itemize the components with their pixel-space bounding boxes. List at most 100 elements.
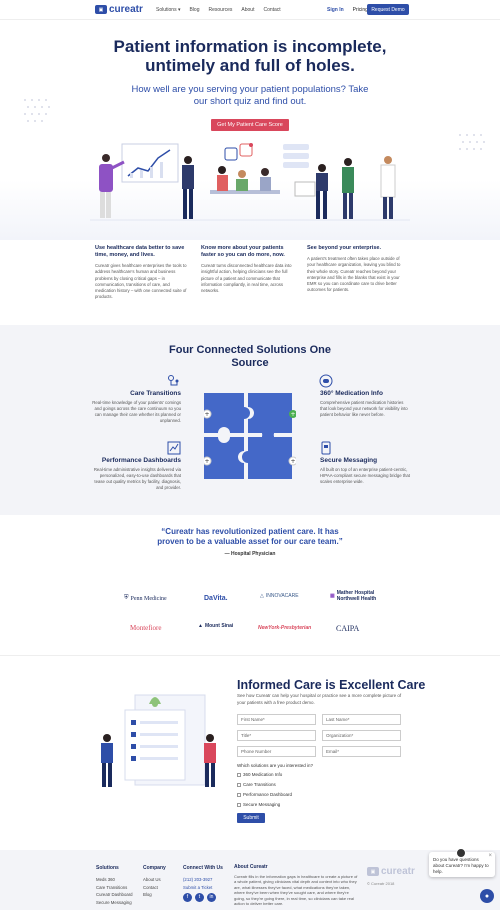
nav-about[interactable]: About xyxy=(241,7,254,13)
checkbox-care-transitions[interactable]: Care Transitions xyxy=(237,782,276,787)
cureatr-logo[interactable]: ▣ cureatr xyxy=(95,4,143,15)
linkedin-icon[interactable]: in xyxy=(207,893,216,903)
social-links: f t in xyxy=(183,893,223,903)
close-icon[interactable]: × xyxy=(488,853,492,859)
feature-body: Cureatr gives healthcare enterprises the… xyxy=(95,263,187,300)
solution-secure-messaging: Secure Messaging All built on top of an … xyxy=(320,457,410,485)
logo-newyork-presbyterian: NewYork-Presbyterian xyxy=(258,625,312,631)
avatar xyxy=(456,848,466,858)
phone-field[interactable]: Phone Number xyxy=(237,746,316,757)
logo-penn-medicine: ⛨ Penn Medicine xyxy=(124,595,167,602)
mountain-icon: ▲ xyxy=(198,623,203,629)
pricing-link[interactable]: Pricing xyxy=(353,7,368,13)
copyright: © Cureatr 2018 xyxy=(367,881,395,886)
footer-link-about[interactable]: About Us xyxy=(143,876,166,884)
footer-link-meds360[interactable]: Meds 360 xyxy=(96,876,133,884)
feature-data: Use healthcare data better to save time,… xyxy=(95,245,190,301)
footer-link-secure-messaging[interactable]: Secure Messaging xyxy=(96,899,133,907)
svg-text:+: + xyxy=(204,411,209,418)
checkbox-icon[interactable] xyxy=(237,792,241,797)
nav-blog[interactable]: Blog xyxy=(189,7,199,13)
features-section: Use healthcare data better to save time,… xyxy=(95,245,405,315)
triangle-icon: △ xyxy=(260,593,264,599)
checkbox-icon[interactable] xyxy=(237,802,241,807)
solution-title: Performance Dashboards xyxy=(101,457,181,464)
map-pin-icon xyxy=(168,375,179,386)
logo-mather-hospital: ▦ Mather Hospital Northwell Health xyxy=(330,590,377,602)
svg-text:+: + xyxy=(204,458,209,465)
grid-icon: ▦ xyxy=(330,593,335,599)
title-field[interactable]: Title* xyxy=(237,730,316,741)
footer-link-care-transitions[interactable]: Care Transitions xyxy=(96,884,133,892)
footer-about-text: Cureatr fills in the information gaps in… xyxy=(234,873,358,906)
facebook-icon[interactable]: f xyxy=(183,893,192,903)
checkbox-icon[interactable] xyxy=(237,772,241,777)
checkbox-icon[interactable] xyxy=(237,782,241,787)
solution-body: Real-time knowledge of your patients' co… xyxy=(92,400,181,423)
logo-montefiore: Montefiore xyxy=(130,624,162,632)
chat-message: Do you have questions about Cureatr? I'm… xyxy=(433,857,489,874)
hero-subtitle: How well are you serving your patient po… xyxy=(131,84,369,107)
checkbox-secure-messaging[interactable]: Secure Messaging xyxy=(237,802,280,807)
solution-body: Comprehensive patient medication histori… xyxy=(320,400,408,417)
footer-heading: Company xyxy=(143,865,166,871)
footer-heading: Solutions xyxy=(96,865,119,871)
logo-text: cureatr xyxy=(109,4,143,15)
twitter-icon[interactable]: t xyxy=(195,893,204,903)
logo-innovacare: △ INNOVACARE xyxy=(260,593,299,599)
logo-davita: DaVita. xyxy=(204,595,228,602)
footer-submit-ticket[interactable]: Submit a Ticket xyxy=(183,884,223,892)
checkbox-medication-info[interactable]: 360 Medication Info xyxy=(237,772,282,777)
footer-link-contact[interactable]: Contact xyxy=(143,884,166,892)
feature-enterprise: See beyond your enterprise. A patient's … xyxy=(307,245,402,294)
puzzle-graphic: + + + + xyxy=(204,393,296,479)
feature-body: A patient's treatment often takes place … xyxy=(307,256,401,293)
feature-body: Cureatr turns disconnected healthcare da… xyxy=(201,263,292,294)
nav-resources[interactable]: Resources xyxy=(208,7,232,13)
informed-care-text: See how Cureatr can help your hospital o… xyxy=(237,693,402,705)
last-name-field[interactable]: Last Name* xyxy=(322,714,401,725)
solution-title: Secure Messaging xyxy=(320,457,378,464)
shield-icon: ⛨ xyxy=(124,595,129,601)
informed-care-title: Informed Care is Excellent Care xyxy=(237,678,426,692)
footer-heading: About Cureatr xyxy=(234,864,268,870)
organization-field[interactable]: Organization* xyxy=(322,730,401,741)
footer-phone[interactable]: (212) 203-3927 xyxy=(183,876,223,884)
dot-pattern-icon xyxy=(24,99,50,122)
solution-care-transitions: Care Transitions Real-time knowledge of … xyxy=(91,390,181,424)
solution-body: All built on top of an enterprise patien… xyxy=(320,467,410,484)
submit-button[interactable]: Submit xyxy=(237,813,265,823)
chat-bubble-icon[interactable]: ● xyxy=(480,889,494,903)
phone-message-icon xyxy=(321,441,331,455)
dot-pattern-icon xyxy=(459,134,485,150)
signin-link[interactable]: Sign In xyxy=(327,7,344,13)
footer-heading: Connect With Us xyxy=(183,865,223,871)
feature-title: Use healthcare data better to save time,… xyxy=(95,245,185,258)
logo-mount-sinai: ▲ Mount Sinai xyxy=(198,623,234,629)
solution-performance-dashboards: Performance Dashboards Real-time adminis… xyxy=(91,457,181,491)
solutions-question: Which solutions are you interested in? xyxy=(237,763,314,768)
footer-link-blog[interactable]: Blog xyxy=(143,891,166,899)
solution-medication-info: 360° Medication Info Comprehensive patie… xyxy=(320,390,410,418)
testimonial-quote: “Cureatr has revolutionized patient care… xyxy=(157,527,343,546)
footer-company: Company About Us Contact Blog xyxy=(143,865,166,899)
logo-mark-icon: ▣ xyxy=(367,867,379,876)
first-name-field[interactable]: First Name* xyxy=(237,714,316,725)
request-demo-button[interactable]: Request Demo xyxy=(367,4,409,15)
patient-care-score-button[interactable]: Get My Patient Care Score xyxy=(211,119,289,131)
email-field[interactable]: Email* xyxy=(322,746,401,757)
svg-text:+: + xyxy=(290,458,295,465)
solutions-title: Four Connected Solutions One Source xyxy=(169,344,331,369)
footer-logo: ▣ cureatr xyxy=(367,866,415,877)
dashboard-icon xyxy=(167,441,181,455)
nav-contact[interactable]: Contact xyxy=(263,7,280,13)
top-nav: ▣ cureatr Solutions ▾ Blog Resources Abo… xyxy=(0,0,500,20)
divider xyxy=(0,655,500,656)
checkbox-performance-dashboard[interactable]: Performance Dashboard xyxy=(237,792,292,797)
feature-patients: Know more about your patients faster so … xyxy=(201,245,296,294)
svg-text:+: + xyxy=(290,411,295,418)
footer-link-dashboard[interactable]: Cureatr Dashboard xyxy=(96,891,133,899)
footer-solutions: Solutions Meds 360 Care Transitions Cure… xyxy=(96,865,133,907)
nav-solutions[interactable]: Solutions ▾ xyxy=(156,7,180,13)
footer-connect: Connect With Us (212) 203-3927 Submit a … xyxy=(183,865,223,903)
